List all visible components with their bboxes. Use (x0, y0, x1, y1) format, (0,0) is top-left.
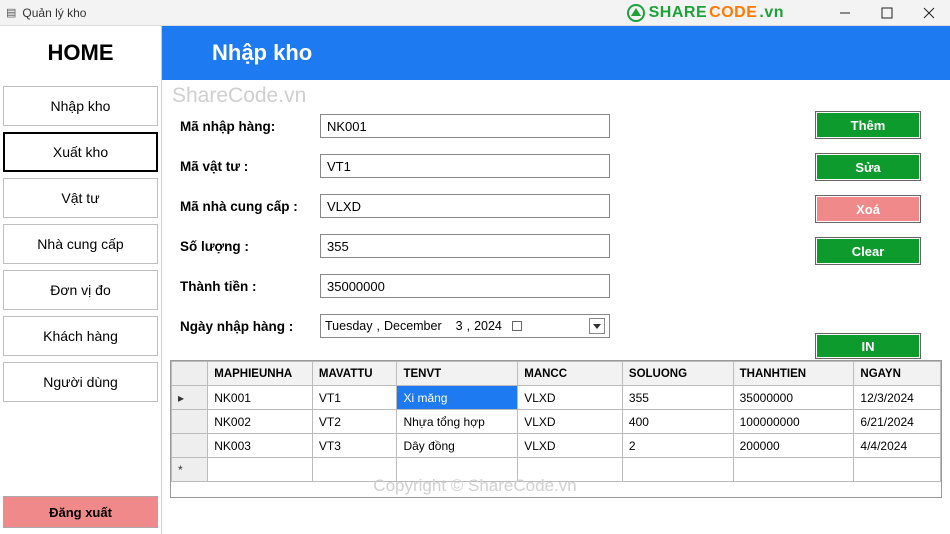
brand-logo-icon (627, 4, 645, 22)
nav-item-nhap-kho[interactable]: Nhập kho (3, 86, 158, 126)
label-ma-nhap-hang: Mã nhập hàng: (180, 119, 320, 134)
brand-text-share: SHARE (649, 4, 708, 22)
col-mavattu[interactable]: MAVATTU (312, 362, 397, 386)
cell-mavattu[interactable]: VT3 (312, 434, 397, 458)
print-button[interactable]: IN (816, 334, 920, 358)
date-weekday: Tuesday (325, 319, 372, 333)
cell-maphieunha[interactable]: NK001 (208, 386, 313, 410)
cell-mancc[interactable]: VLXD (518, 434, 623, 458)
nav-item-don-vi-do[interactable]: Đơn vị đo (3, 270, 158, 310)
content-area: Nhập kho ShareCode.vn Mã nhập hàng: Mã v… (162, 26, 950, 534)
cell-ngayn[interactable]: 12/3/2024 (854, 386, 941, 410)
input-so-luong[interactable] (320, 234, 610, 258)
cell-empty[interactable] (622, 458, 733, 482)
grid-new-row[interactable] (172, 458, 941, 482)
cell-tenvt[interactable]: Nhựa tổng hợp (397, 410, 518, 434)
label-thanh-tien: Thành tiền : (180, 279, 320, 294)
home-button[interactable]: HOME (0, 26, 161, 80)
input-ma-ncc[interactable] (320, 194, 610, 218)
date-month: December (384, 319, 442, 333)
logout-button[interactable]: Đăng xuất (3, 496, 158, 528)
content-header: Nhập kho (162, 26, 950, 80)
date-dropdown-icon[interactable] (589, 318, 605, 334)
cell-mancc[interactable]: VLXD (518, 386, 623, 410)
row-selector[interactable] (172, 434, 208, 458)
nav-item-nguoi-dung[interactable]: Người dùng (3, 362, 158, 402)
window-close-button[interactable] (908, 0, 950, 26)
input-ma-nhap-hang[interactable] (320, 114, 610, 138)
date-sep2: , (467, 319, 470, 333)
input-thanh-tien[interactable] (320, 274, 610, 298)
nav-item-vat-tu[interactable]: Vật tư (3, 178, 158, 218)
nav-item-xuat-kho[interactable]: Xuất kho (3, 132, 158, 172)
cell-thanhtien[interactable]: 100000000 (733, 410, 854, 434)
label-ngay-nhap: Ngày nhập hàng : (180, 319, 320, 334)
cell-mavattu[interactable]: VT2 (312, 410, 397, 434)
cell-ngayn[interactable]: 4/4/2024 (854, 434, 941, 458)
clear-button[interactable]: Clear (816, 238, 920, 264)
label-so-luong: Số lượng : (180, 239, 320, 254)
col-thanhtien[interactable]: THANHTIEN (733, 362, 854, 386)
grid-row[interactable]: NK002 VT2 Nhựa tổng hợp VLXD 400 1000000… (172, 410, 941, 434)
window-maximize-button[interactable] (866, 0, 908, 26)
cell-soluong[interactable]: 355 (622, 386, 733, 410)
cell-empty[interactable] (397, 458, 518, 482)
col-ngayn[interactable]: NGAYN (854, 362, 941, 386)
cell-mancc[interactable]: VLXD (518, 410, 623, 434)
col-mancc[interactable]: MANCC (518, 362, 623, 386)
delete-button[interactable]: Xoá (816, 196, 920, 222)
window-title: Quản lý kho (22, 6, 86, 20)
cell-thanhtien[interactable]: 35000000 (733, 386, 854, 410)
edit-button[interactable]: Sửa (816, 154, 920, 180)
data-grid[interactable]: MAPHIEUNHA MAVATTU TENVT MANCC SOLUONG T… (170, 360, 942, 498)
cell-soluong[interactable]: 400 (622, 410, 733, 434)
col-tenvt[interactable]: TENVT (397, 362, 518, 386)
nav-item-khach-hang[interactable]: Khách hàng (3, 316, 158, 356)
grid-row[interactable]: NK003 VT3 Dây đồng VLXD 2 200000 4/4/202… (172, 434, 941, 458)
grid-row[interactable]: NK001 VT1 Xi măng VLXD 355 35000000 12/3… (172, 386, 941, 410)
cell-empty[interactable] (733, 458, 854, 482)
add-button[interactable]: Thêm (816, 112, 920, 138)
grid-header-row: MAPHIEUNHA MAVATTU TENVT MANCC SOLUONG T… (172, 362, 941, 386)
grid-header-selector (172, 362, 208, 386)
cell-empty[interactable] (854, 458, 941, 482)
brand-text-code: CODE (709, 4, 757, 22)
page-title: Nhập kho (212, 40, 312, 66)
cell-mavattu[interactable]: VT1 (312, 386, 397, 410)
cell-maphieunha[interactable]: NK002 (208, 410, 313, 434)
nav-item-nha-cung-cap[interactable]: Nhà cung cấp (3, 224, 158, 264)
label-ma-vat-tu: Mã vật tư : (180, 159, 320, 174)
cell-maphieunha[interactable]: NK003 (208, 434, 313, 458)
label-ma-ncc: Mã nhà cung cấp : (180, 199, 320, 214)
cell-empty[interactable] (518, 458, 623, 482)
brand-watermark: SHARECODE.vn (627, 4, 784, 22)
cell-tenvt[interactable]: Dây đồng (397, 434, 518, 458)
cell-empty[interactable] (208, 458, 313, 482)
col-soluong[interactable]: SOLUONG (622, 362, 733, 386)
brand-text-tld: .vn (759, 4, 784, 22)
date-year: 2024 (474, 319, 502, 333)
row-selector[interactable] (172, 410, 208, 434)
cell-empty[interactable] (312, 458, 397, 482)
window-titlebar: ▤ Quản lý kho SHARECODE.vn (0, 0, 950, 26)
cell-thanhtien[interactable]: 200000 (733, 434, 854, 458)
col-maphieunha[interactable]: MAPHIEUNHA (208, 362, 313, 386)
nav-list: Nhập kho Xuất kho Vật tư Nhà cung cấp Đơ… (0, 80, 161, 402)
row-selector[interactable] (172, 386, 208, 410)
cell-ngayn[interactable]: 6/21/2024 (854, 410, 941, 434)
cell-soluong[interactable]: 2 (622, 434, 733, 458)
cell-tenvt[interactable]: Xi măng (397, 386, 518, 410)
row-selector-new[interactable] (172, 458, 208, 482)
date-day: 3 (456, 319, 463, 333)
action-buttons: Thêm Sửa Xoá Clear IN (816, 112, 920, 358)
date-sep: , (376, 319, 379, 333)
calendar-icon (512, 321, 522, 331)
date-picker-ngay-nhap[interactable]: Tuesday , December 3 , 2024 (320, 314, 610, 338)
window-minimize-button[interactable] (824, 0, 866, 26)
window-app-icon: ▤ (6, 6, 16, 19)
sidebar: HOME Nhập kho Xuất kho Vật tư Nhà cung c… (0, 26, 162, 534)
input-ma-vat-tu[interactable] (320, 154, 610, 178)
